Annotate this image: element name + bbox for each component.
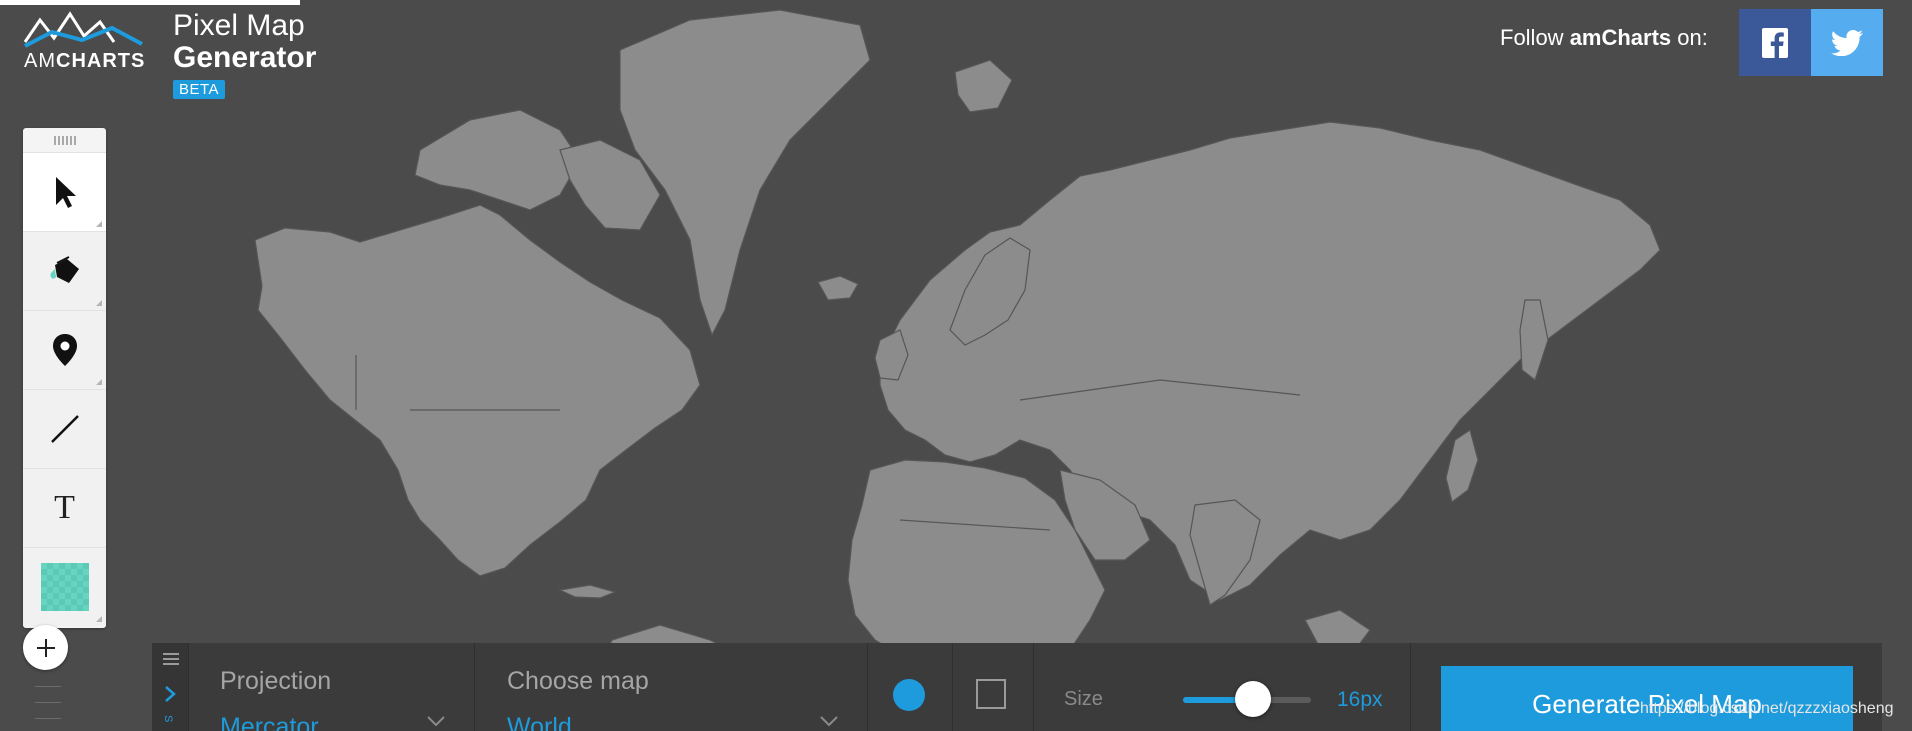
app-stage: AMCHARTS Pixel Map Generator BETA Follow… (0, 0, 1912, 731)
square-shape-button[interactable] (976, 679, 1006, 709)
logo-wordmark: AMCHARTS (24, 50, 146, 72)
chevron-down-icon (820, 716, 838, 727)
size-value: 16px (1337, 688, 1383, 711)
map-pin-icon (52, 334, 77, 366)
logo-mountains-icon (23, 11, 143, 48)
app-title-line1: Pixel Map (173, 9, 305, 42)
facebook-button[interactable] (1739, 9, 1811, 76)
chevron-down-icon (427, 716, 445, 727)
line-tool[interactable] (23, 389, 106, 468)
add-layer-button[interactable] (23, 625, 68, 670)
slider-thumb[interactable] (1235, 681, 1272, 717)
map-region-india (1189, 499, 1261, 606)
follow-text: Follow amCharts on: (1500, 25, 1708, 50)
map-region-north-america (254, 204, 701, 577)
twitter-icon (1831, 29, 1863, 56)
generate-pixel-map-button[interactable]: Generate Pixel Map (1441, 666, 1853, 731)
plus-icon (36, 638, 55, 657)
app-title-line2: Generator (173, 41, 317, 74)
fill-tool[interactable] (23, 231, 106, 310)
projection-value[interactable]: Mercator (220, 713, 319, 731)
map-select[interactable]: Choose map World (475, 643, 868, 731)
tool-palette[interactable]: T (23, 128, 106, 628)
divider (952, 643, 953, 731)
color-swatch-icon (40, 563, 89, 611)
color-tool[interactable] (23, 547, 106, 626)
choose-map-label: Choose map (507, 667, 649, 695)
app-title: Pixel Map Generator BETA (173, 10, 316, 99)
facebook-icon (1762, 27, 1788, 58)
top-progress-strip (0, 0, 300, 5)
divider (1410, 643, 1411, 731)
circle-shape-button[interactable] (893, 679, 925, 711)
select-tool[interactable] (23, 152, 106, 231)
chevron-right-icon[interactable] (164, 685, 176, 703)
palette-drag-handle[interactable] (23, 128, 106, 152)
menu-icon[interactable] (163, 653, 179, 668)
map-region-japan (1445, 429, 1479, 504)
map-region-cuba (557, 584, 617, 599)
panel-side-tab[interactable]: S (152, 643, 189, 731)
watermark-text: https://blog.csdn.net/qzzzxiaosheng (1640, 700, 1894, 717)
beta-badge: BETA (173, 80, 226, 99)
marker-tool[interactable] (23, 310, 106, 389)
map-region-svalbard (954, 59, 1013, 113)
panel-side-label: S (162, 715, 174, 723)
size-slider[interactable] (1183, 681, 1311, 717)
layer-list-lines (35, 686, 61, 731)
world-map[interactable] (0, 0, 1912, 731)
twitter-button[interactable] (1811, 9, 1883, 76)
text-tool[interactable]: T (23, 468, 106, 547)
line-icon (50, 415, 79, 443)
map-value[interactable]: World (507, 713, 572, 731)
text-icon: T (54, 489, 75, 526)
map-region-arctic-islands (414, 109, 581, 211)
cursor-icon (55, 177, 76, 208)
projection-label: Projection (220, 667, 332, 695)
amcharts-logo[interactable]: AMCHARTS (22, 8, 147, 74)
paint-bucket-icon (49, 256, 79, 283)
divider (1033, 643, 1034, 731)
projection-select[interactable]: Projection Mercator (188, 643, 475, 731)
map-region-iceland (817, 275, 859, 301)
size-label: Size (1064, 688, 1103, 710)
